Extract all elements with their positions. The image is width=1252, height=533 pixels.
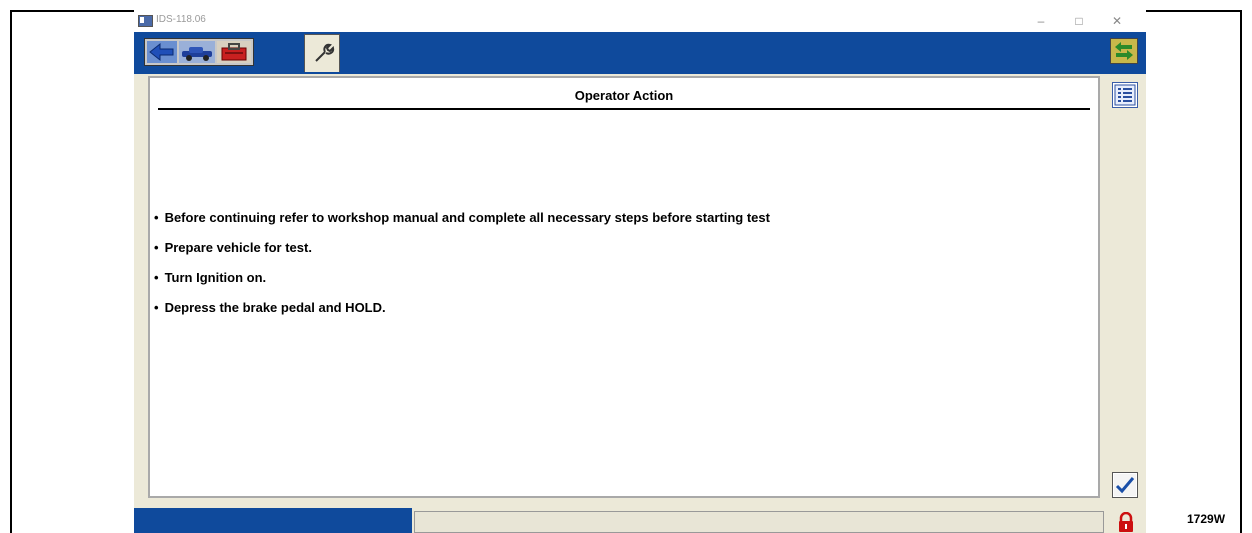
back-arrow-icon[interactable]	[147, 41, 177, 63]
swap-arrows-icon[interactable]	[1110, 38, 1138, 64]
status-bar	[134, 508, 1146, 533]
title-divider	[158, 108, 1090, 110]
checkmark-icon[interactable]	[1112, 472, 1138, 498]
window-title: IDS-118.06	[156, 14, 206, 25]
figure-code: 1729W	[1187, 512, 1226, 526]
list-item: Turn Ignition on.	[154, 270, 770, 286]
toolbar-button-group	[144, 38, 254, 66]
panel-title: Operator Action	[574, 88, 674, 103]
list-item: Depress the brake pedal and HOLD.	[154, 300, 770, 316]
toolbox-icon[interactable]	[217, 41, 251, 63]
minimize-button[interactable]: –	[1026, 12, 1056, 30]
main-toolbar	[134, 32, 1146, 74]
padlock-icon	[1116, 511, 1136, 533]
list-item: Before continuing refer to workshop manu…	[154, 210, 770, 226]
close-button[interactable]: ✕	[1102, 12, 1132, 30]
wrench-icon	[311, 41, 335, 65]
tab-tools[interactable]	[304, 34, 340, 72]
app-icon	[138, 15, 153, 27]
operator-action-panel: Operator Action Before continuing refer …	[148, 76, 1100, 498]
status-indicator	[134, 508, 412, 533]
status-message-field	[414, 511, 1104, 533]
vehicle-icon[interactable]	[179, 41, 215, 63]
list-item: Prepare vehicle for test.	[154, 240, 770, 256]
restore-button[interactable]: □	[1064, 12, 1094, 30]
instruction-list: Before continuing refer to workshop manu…	[154, 210, 770, 330]
ids-window: IDS-118.06 – □ ✕ Operator Action • Befor…	[134, 10, 1146, 533]
title-bar: IDS-118.06 – □ ✕	[134, 10, 1146, 32]
list-icon[interactable]	[1112, 82, 1138, 108]
